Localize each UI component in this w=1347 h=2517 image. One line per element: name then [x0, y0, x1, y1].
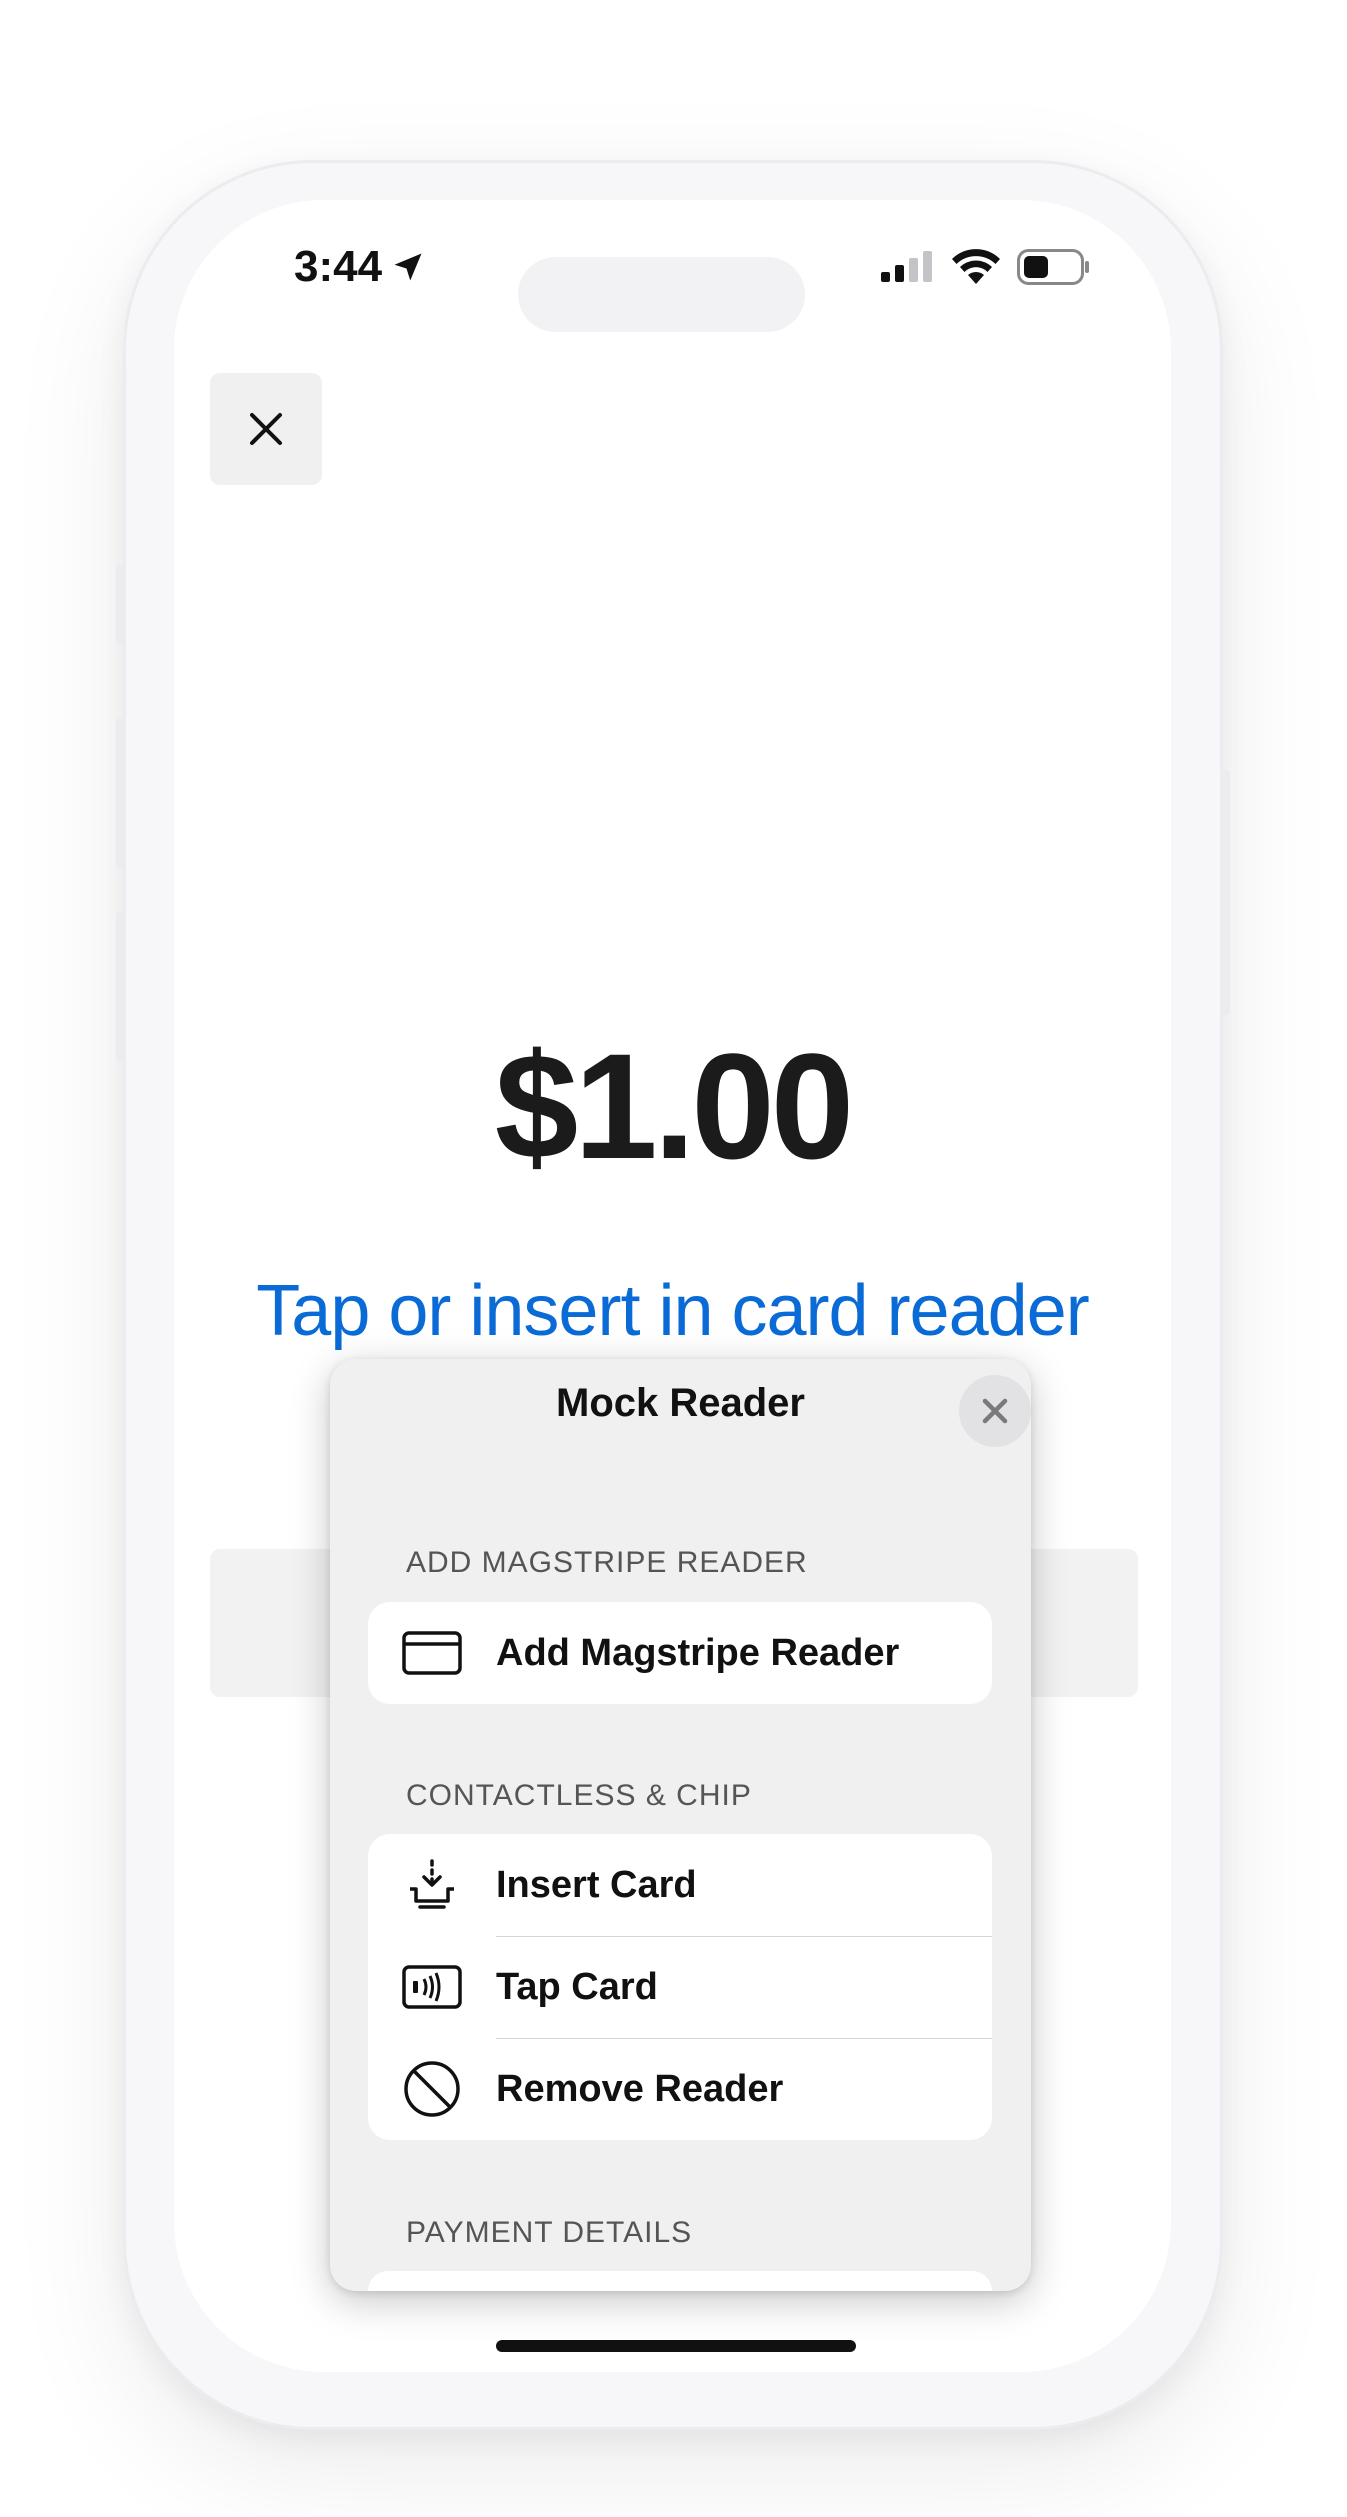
volume-up-button [116, 718, 124, 868]
close-button[interactable] [210, 373, 322, 485]
remove-reader-row[interactable]: Remove Reader [368, 2038, 992, 2140]
power-button [1222, 770, 1230, 1015]
volume-down-button [116, 912, 124, 1062]
credit-card-icon [402, 1623, 462, 1683]
dynamic-island [518, 257, 805, 332]
status-bar-indicators [879, 248, 1091, 286]
silent-switch [116, 565, 124, 645]
remove-reader-label: Remove Reader [496, 2067, 784, 2110]
close-icon [982, 1398, 1008, 1424]
prohibited-icon [402, 2059, 462, 2119]
close-icon [250, 413, 282, 445]
battery-icon [1017, 249, 1089, 285]
status-bar-time: 3:44 [294, 242, 426, 292]
add-magstripe-reader-label: Add Magstripe Reader [496, 1631, 900, 1674]
magstripe-group: Add Magstripe Reader [368, 1602, 992, 1704]
payment-details-group [368, 2271, 992, 2291]
contactless-group: Insert Card Tap Card Remove Reader [368, 1834, 992, 2140]
home-indicator[interactable] [496, 2340, 856, 2352]
add-magstripe-reader-row[interactable]: Add Magstripe Reader [368, 1602, 992, 1704]
insert-card-label: Insert Card [496, 1863, 697, 1906]
wifi-icon [952, 249, 1000, 284]
location-arrow-icon [394, 253, 422, 281]
tap-card-row[interactable]: Tap Card [368, 1936, 992, 2038]
contactless-card-icon [402, 1957, 462, 2017]
sheet-title: Mock Reader [556, 1381, 805, 1425]
section-header-payment-details: PAYMENT DETAILS [406, 2216, 693, 2249]
section-header-magstripe: ADD MAGSTRIPE READER [406, 1546, 808, 1579]
mock-reader-sheet: Mock Reader ADD MAGSTRIPE READER Add Mag… [330, 1359, 1031, 2291]
insert-card-row[interactable]: Insert Card [368, 1834, 992, 1936]
sheet-close-button[interactable] [959, 1375, 1031, 1447]
cellular-signal-icon [881, 251, 932, 282]
payment-instruction: Tap or insert in card reader [256, 1271, 1089, 1351]
insert-card-icon [402, 1855, 462, 1915]
tap-card-label: Tap Card [496, 1965, 658, 2008]
payment-amount: $1.00 [494, 1022, 854, 1190]
time-text: 3:44 [294, 242, 383, 291]
section-header-contactless: CONTACTLESS & CHIP [406, 1779, 752, 1812]
